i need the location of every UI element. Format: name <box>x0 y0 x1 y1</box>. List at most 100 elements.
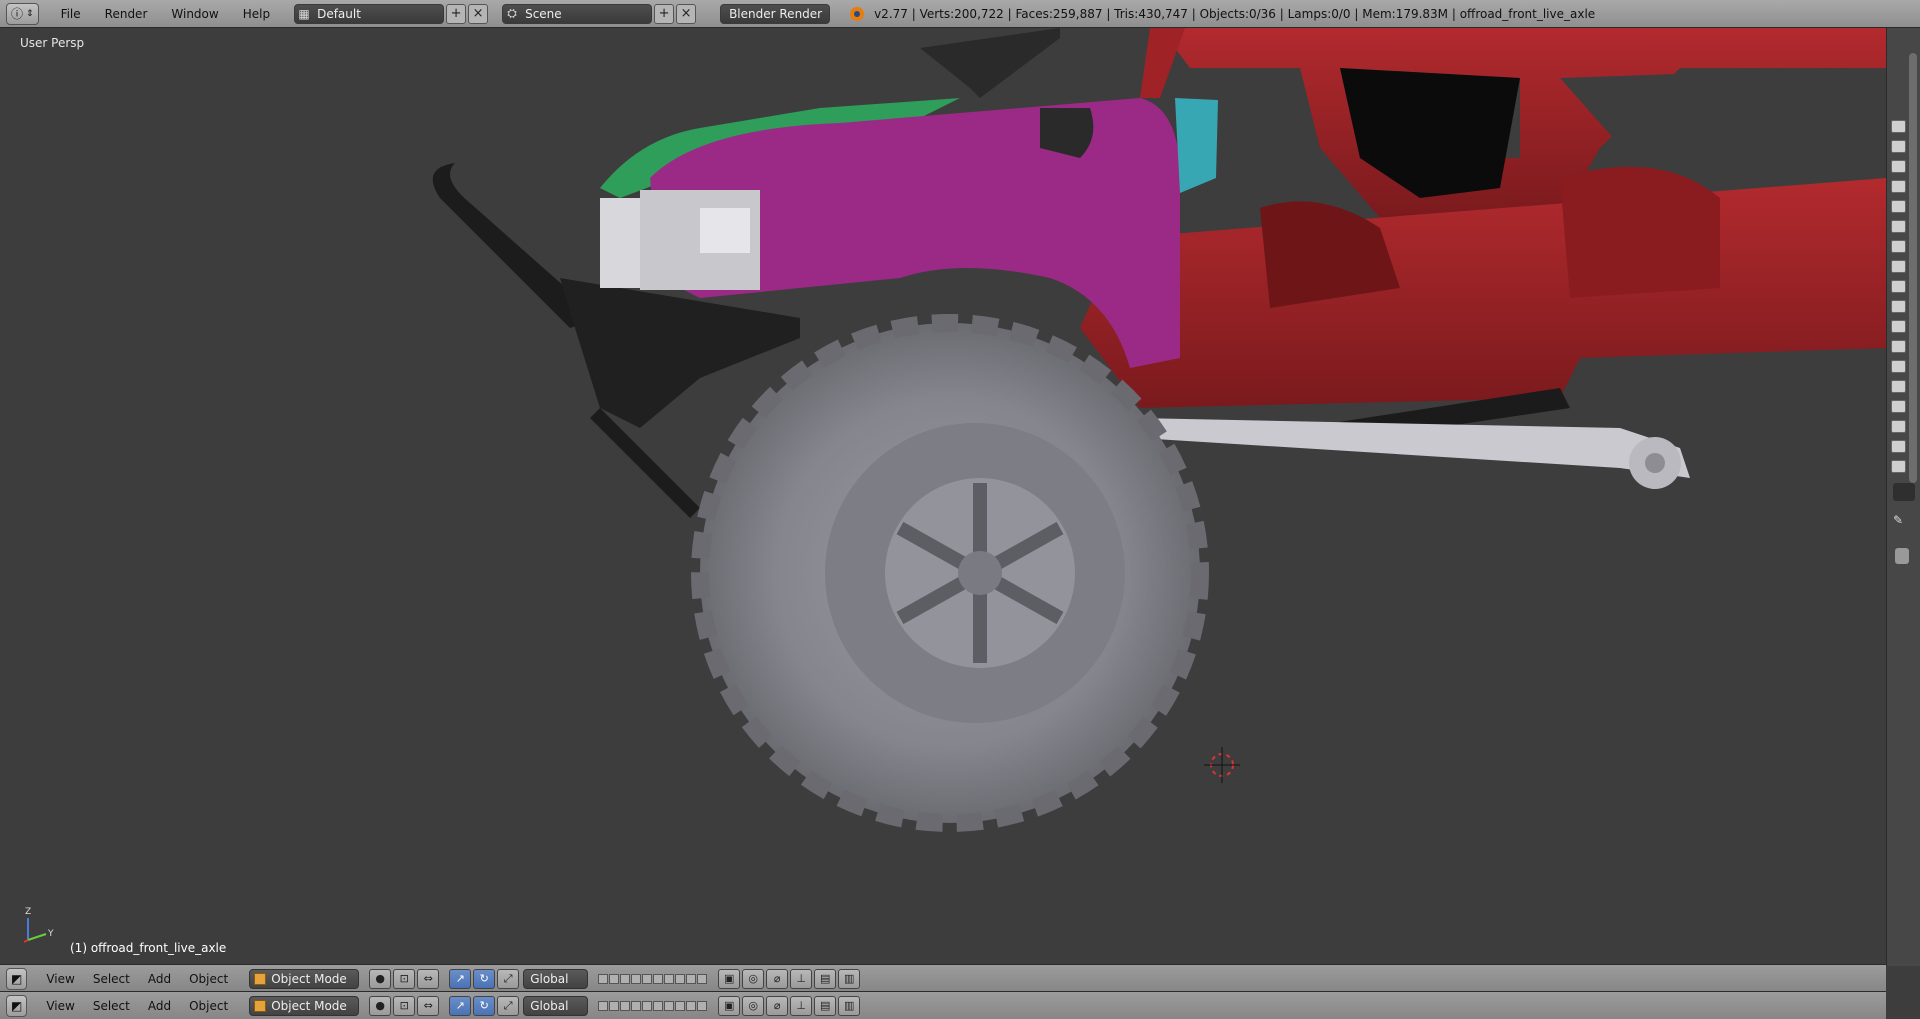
manipulator-toggle[interactable]: ⇔ <box>417 968 440 989</box>
menu-add[interactable]: Add <box>139 972 180 986</box>
right-region: ✎ <box>1886 28 1920 966</box>
layout-grid-icon: ▦ <box>298 6 310 21</box>
rotate-manipulator-button[interactable]: ↻ <box>473 995 496 1016</box>
menu-object[interactable]: Object <box>180 999 237 1013</box>
add-layout-button[interactable]: + <box>446 3 467 24</box>
scale-manipulator-button[interactable]: ⤢ <box>497 995 520 1016</box>
mode-label: Object Mode <box>271 998 347 1013</box>
layer-toggle[interactable] <box>1891 300 1906 313</box>
mode-selector[interactable]: Object Mode <box>249 995 360 1016</box>
proportional-edit-button[interactable]: ◎ <box>742 968 765 989</box>
snap-group: ▣ ◎ ⌀ ⊥ ▤ ▥ <box>716 968 861 989</box>
rotate-manipulator-button[interactable]: ↻ <box>473 968 496 989</box>
viewport-shading-button[interactable]: ● <box>369 995 392 1016</box>
layer-toggle[interactable] <box>1891 240 1906 253</box>
3d-view-header-secondary: ◩ View Select Add Object Object Mode ● ⊡… <box>0 991 1886 1019</box>
remove-scene-button[interactable]: × <box>676 3 697 24</box>
render-button[interactable]: ▤ <box>814 968 837 989</box>
opengl-render-button[interactable]: ▥ <box>838 968 861 989</box>
mode-label: Object Mode <box>271 971 347 986</box>
properties-editor-icon[interactable] <box>1893 483 1915 501</box>
blender-logo-icon <box>850 6 865 21</box>
shading-group: ● ⊡ ⇔ <box>367 995 440 1016</box>
snap-button[interactable]: ⌀ <box>766 968 789 989</box>
scene-name: Scene <box>525 6 562 21</box>
layer-toggle[interactable] <box>1891 180 1906 193</box>
main-menu: File Render Window Help <box>49 7 283 21</box>
layer-toggle[interactable] <box>1891 220 1906 233</box>
scene-statistics: v2.77 | Verts:200,722 | Faces:259,887 | … <box>874 6 1596 21</box>
snap-button[interactable]: ⌀ <box>766 995 789 1016</box>
side-panel <box>1175 98 1218 193</box>
menu-object[interactable]: Object <box>180 972 237 986</box>
pin-icon[interactable]: ✎ <box>1893 513 1903 527</box>
layout-name: Default <box>317 6 361 21</box>
add-scene-button[interactable]: + <box>654 3 675 24</box>
menu-view[interactable]: View <box>37 972 83 986</box>
viewport-shading-button[interactable]: ● <box>369 968 392 989</box>
scrollbar[interactable] <box>1909 53 1917 483</box>
manipulator-toggle[interactable]: ⇔ <box>417 995 440 1016</box>
layer-toggle[interactable] <box>1891 440 1906 453</box>
axis-label-z: Z <box>25 907 31 917</box>
proportional-edit-button[interactable]: ◎ <box>742 995 765 1016</box>
scene-selector[interactable]: ⛭ Scene <box>502 3 653 24</box>
menu-window[interactable]: Window <box>159 7 230 21</box>
layer-toggle[interactable] <box>1891 340 1906 353</box>
layer-grid[interactable] <box>598 973 708 984</box>
layer-toggle[interactable] <box>1891 280 1906 293</box>
layer-toggle[interactable] <box>1891 200 1906 213</box>
layer-toggle[interactable] <box>1891 460 1906 473</box>
menu-render[interactable]: Render <box>93 7 160 21</box>
3d-viewport[interactable]: User Persp Z Y (1) offroad_front_live_ax… <box>0 28 1886 964</box>
mode-selector[interactable]: Object Mode <box>249 968 360 989</box>
layer-toggle[interactable] <box>1891 120 1906 133</box>
info-icon: ⓘ <box>11 7 24 21</box>
opengl-render-button[interactable]: ▥ <box>838 995 861 1016</box>
manipulator-group: ↗ ↻ ⤢ <box>447 968 520 989</box>
pivot-point-button[interactable]: ⊡ <box>393 995 416 1016</box>
lock-icon[interactable]: ▣ <box>718 995 741 1016</box>
editor-type-selector[interactable]: ◩ <box>6 967 28 990</box>
orientation-label: Global <box>530 998 569 1013</box>
remove-layout-button[interactable]: × <box>468 3 489 24</box>
menu-add[interactable]: Add <box>139 999 180 1013</box>
translate-manipulator-button[interactable]: ↗ <box>449 995 472 1016</box>
screen-layout-selector[interactable]: ▦ Default <box>294 3 445 24</box>
scale-manipulator-button[interactable]: ⤢ <box>497 968 520 989</box>
info-header: ⓘ ⇕ File Render Window Help ▦ Default + ×… <box>0 0 1920 28</box>
render-engine-label: Blender Render <box>729 6 823 21</box>
layer-toggle[interactable] <box>1891 260 1906 273</box>
layer-toggle[interactable] <box>1891 420 1906 433</box>
layer-toggle[interactable] <box>1891 380 1906 393</box>
front-tire <box>691 314 1209 832</box>
editor-type-selector[interactable]: ◩ <box>6 994 28 1017</box>
menu-select[interactable]: Select <box>84 972 139 986</box>
snap-element-button[interactable]: ⊥ <box>790 995 813 1016</box>
render-button[interactable]: ▤ <box>814 995 837 1016</box>
active-object-label: (1) offroad_front_live_axle <box>70 941 227 955</box>
lock-icon[interactable]: ▣ <box>718 968 741 989</box>
menu-file[interactable]: File <box>49 7 93 21</box>
menu-view[interactable]: View <box>37 999 83 1013</box>
layer-toggle[interactable] <box>1891 320 1906 333</box>
chevron-updown-icon[interactable] <box>1895 548 1909 564</box>
layer-toggle[interactable] <box>1891 140 1906 153</box>
object-mode-icon <box>254 972 267 985</box>
layer-grid[interactable] <box>598 1000 708 1011</box>
layer-toggle[interactable] <box>1891 360 1906 373</box>
pivot-point-button[interactable]: ⊡ <box>393 968 416 989</box>
menu-select[interactable]: Select <box>84 999 139 1013</box>
transform-orientation-selector[interactable]: Global <box>523 968 589 989</box>
view3d-icon: ◩ <box>11 971 23 986</box>
axle-arm <box>1140 418 1690 478</box>
menu-help[interactable]: Help <box>231 7 282 21</box>
transform-orientation-selector[interactable]: Global <box>523 995 589 1016</box>
layer-toggle[interactable] <box>1891 400 1906 413</box>
scene-icon: ⛭ <box>507 6 517 20</box>
translate-manipulator-button[interactable]: ↗ <box>449 968 472 989</box>
layer-toggle[interactable] <box>1891 160 1906 173</box>
snap-element-button[interactable]: ⊥ <box>790 968 813 989</box>
editor-type-selector[interactable]: ⓘ ⇕ <box>6 2 39 25</box>
render-engine-selector[interactable]: Blender Render <box>720 3 831 24</box>
